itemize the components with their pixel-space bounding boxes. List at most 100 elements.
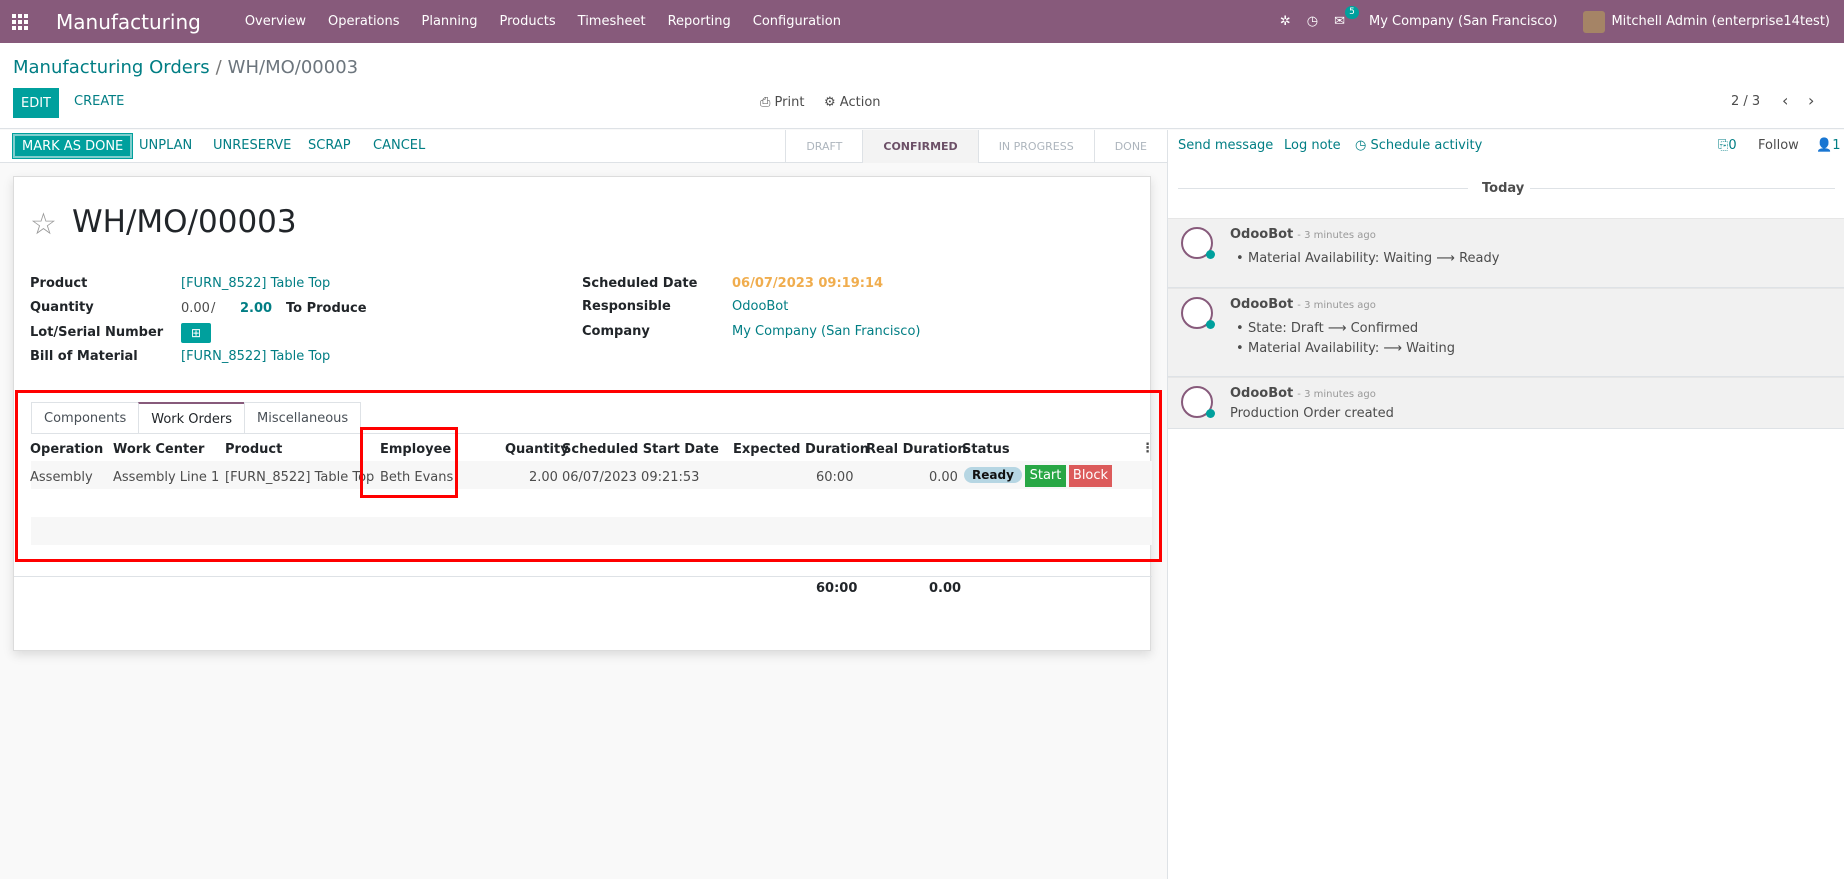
status-bar: MARK AS DONE UNPLAN UNRESERVE SCRAP CANC… (0, 130, 1167, 163)
clock-icon: ◷ (1355, 138, 1371, 153)
messages-count-badge: 5 (1345, 6, 1359, 19)
total-real-duration: 0.00 (929, 581, 962, 596)
user-menu[interactable]: Mitchell Admin (enterprise14test) (1611, 14, 1830, 29)
pager-next-icon[interactable]: › (1808, 91, 1814, 110)
schedule-activity-label: Schedule activity (1370, 138, 1483, 153)
scheduled-date-label: Scheduled Date (582, 276, 698, 291)
state-pipeline: DRAFT CONFIRMED IN PROGRESS DONE (785, 130, 1167, 163)
user-avatar[interactable] (1583, 10, 1606, 33)
odoobot-avatar[interactable] (1181, 297, 1215, 329)
responsible-link[interactable]: OdooBot (732, 299, 788, 314)
message-author: OdooBot - 3 minutes ago (1230, 227, 1376, 242)
action-label: Action (839, 95, 881, 110)
control-panel: Manufacturing Orders / WH/MO/00003 EDIT CR… (0, 43, 1844, 129)
chatter-message: OdooBot- 3 minutes ago State: Draft ⟶ Co… (1168, 288, 1844, 377)
date-separator-label: Today (1482, 181, 1525, 196)
menu-reporting[interactable]: Reporting (668, 14, 731, 29)
company-switcher[interactable]: My Company (San Francisco) (1369, 14, 1557, 29)
message-author-name: OdooBot (1230, 386, 1294, 401)
followers-count: 1 (1832, 138, 1841, 153)
state-in-progress: IN PROGRESS (977, 130, 1094, 163)
menu-operations[interactable]: Operations (328, 14, 399, 29)
menu-timesheet[interactable]: Timesheet (578, 14, 646, 29)
breadcrumb-separator: / (215, 57, 222, 78)
message-author-name: OdooBot (1230, 227, 1294, 242)
company-label: Company (582, 324, 650, 339)
top-navbar: Manufacturing Overview Operations Planni… (0, 0, 1844, 43)
breadcrumb-current: WH/MO/00003 (227, 57, 359, 78)
star-priority-icon[interactable]: ☆ (30, 207, 57, 242)
tracking-line: Material Availability: ⟶ Waiting (1236, 341, 1455, 356)
schedule-activity-button[interactable]: ◷ Schedule activity (1355, 138, 1482, 153)
company-link[interactable]: My Company (San Francisco) (732, 324, 920, 339)
edit-button[interactable]: EDIT (13, 88, 59, 118)
odoobot-avatar[interactable] (1181, 227, 1215, 259)
lot-serial-add-icon[interactable]: ⊞ (181, 323, 211, 343)
product-link[interactable]: [FURN_8522] Table Top (181, 276, 330, 291)
mark-as-done-button[interactable]: MARK AS DONE (12, 133, 134, 159)
total-expected-duration: 60:00 (816, 581, 858, 596)
unplan-button[interactable]: UNPLAN (139, 138, 192, 153)
chatter-message: OdooBot- 3 minutes ago Material Availabi… (1168, 218, 1844, 288)
odoobot-avatar[interactable] (1181, 386, 1215, 418)
pager-previous-icon[interactable]: ‹ (1782, 91, 1788, 110)
menu-overview[interactable]: Overview (245, 14, 306, 29)
followers-button[interactable]: 👤1 (1816, 138, 1840, 153)
message-time: - 3 minutes ago (1297, 230, 1376, 241)
paperclip-icon: ⎘ (1718, 138, 1729, 153)
menu-products[interactable]: Products (500, 14, 556, 29)
log-note-button[interactable]: Log note (1284, 138, 1341, 153)
attachments-button[interactable]: ⎘0 (1718, 138, 1737, 153)
app-name[interactable]: Manufacturing (56, 10, 201, 34)
date-separator-left (1178, 188, 1468, 189)
scheduled-date-value: 06/07/2023 09:19:14 (732, 276, 884, 291)
state-confirmed: CONFIRMED (862, 130, 978, 163)
message-time: - 3 minutes ago (1297, 389, 1376, 400)
create-button[interactable]: CREATE (74, 94, 124, 109)
action-menu[interactable]: ⚙ Action (824, 95, 881, 110)
breadcrumb: Manufacturing Orders / WH/MO/00003 (13, 57, 358, 78)
send-message-button[interactable]: Send message (1178, 138, 1273, 153)
record-title: WH/MO/00003 (72, 204, 297, 240)
message-author-name: OdooBot (1230, 297, 1294, 312)
responsible-label: Responsible (582, 299, 671, 314)
apps-menu-icon[interactable] (12, 13, 32, 30)
tracking-line: Material Availability: Waiting ⟶ Ready (1236, 251, 1499, 266)
unreserve-button[interactable]: UNRESERVE (213, 138, 291, 153)
qty-to-produce[interactable]: 2.00 (240, 301, 272, 316)
highlight-employee-column (360, 427, 458, 498)
user-icon: 👤 (1816, 138, 1833, 153)
bom-link[interactable]: [FURN_8522] Table Top (181, 349, 330, 364)
menu-planning[interactable]: Planning (422, 14, 478, 29)
to-produce-label: To Produce (286, 301, 367, 316)
chatter: Send message Log note ◷ Schedule activit… (1167, 130, 1844, 879)
attachments-count: 0 (1728, 138, 1737, 153)
message-author: OdooBot - 3 minutes ago (1230, 297, 1376, 312)
print-icon: ⎙ (760, 95, 775, 110)
messages-icon[interactable]: ✉ 5 (1334, 6, 1359, 29)
table-footer-divider (14, 576, 1152, 577)
scrap-button[interactable]: SCRAP (308, 138, 351, 153)
message-body: Production Order created (1230, 406, 1394, 421)
tracking-line: State: Draft ⟶ Confirmed (1236, 321, 1418, 336)
state-done: DONE (1093, 130, 1167, 163)
print-menu[interactable]: ⎙ Print (760, 95, 804, 110)
qty-separator: / (211, 301, 216, 316)
debug-bug-icon[interactable]: ✲ (1280, 14, 1291, 29)
cancel-button[interactable]: CANCEL (373, 138, 425, 153)
chatter-message: OdooBot - 3 minutes ago Production Order … (1168, 377, 1844, 429)
quantity-label: Quantity (30, 300, 94, 315)
highlight-work-orders-table (15, 390, 1162, 562)
qty-produced: 0.00 (181, 301, 210, 316)
breadcrumb-manufacturing-orders[interactable]: Manufacturing Orders (13, 57, 210, 78)
state-draft: DRAFT (785, 130, 862, 163)
date-separator-right (1530, 188, 1835, 189)
message-author: OdooBot - 3 minutes ago (1230, 386, 1376, 401)
menu-configuration[interactable]: Configuration (753, 14, 841, 29)
product-label: Product (30, 276, 88, 291)
message-time: - 3 minutes ago (1297, 300, 1376, 311)
pager-value[interactable]: 2 / 3 (1731, 94, 1760, 109)
gear-icon: ⚙ (824, 95, 840, 110)
follow-button[interactable]: Follow (1758, 138, 1799, 153)
activity-clock-icon[interactable]: ◷ (1307, 14, 1318, 29)
